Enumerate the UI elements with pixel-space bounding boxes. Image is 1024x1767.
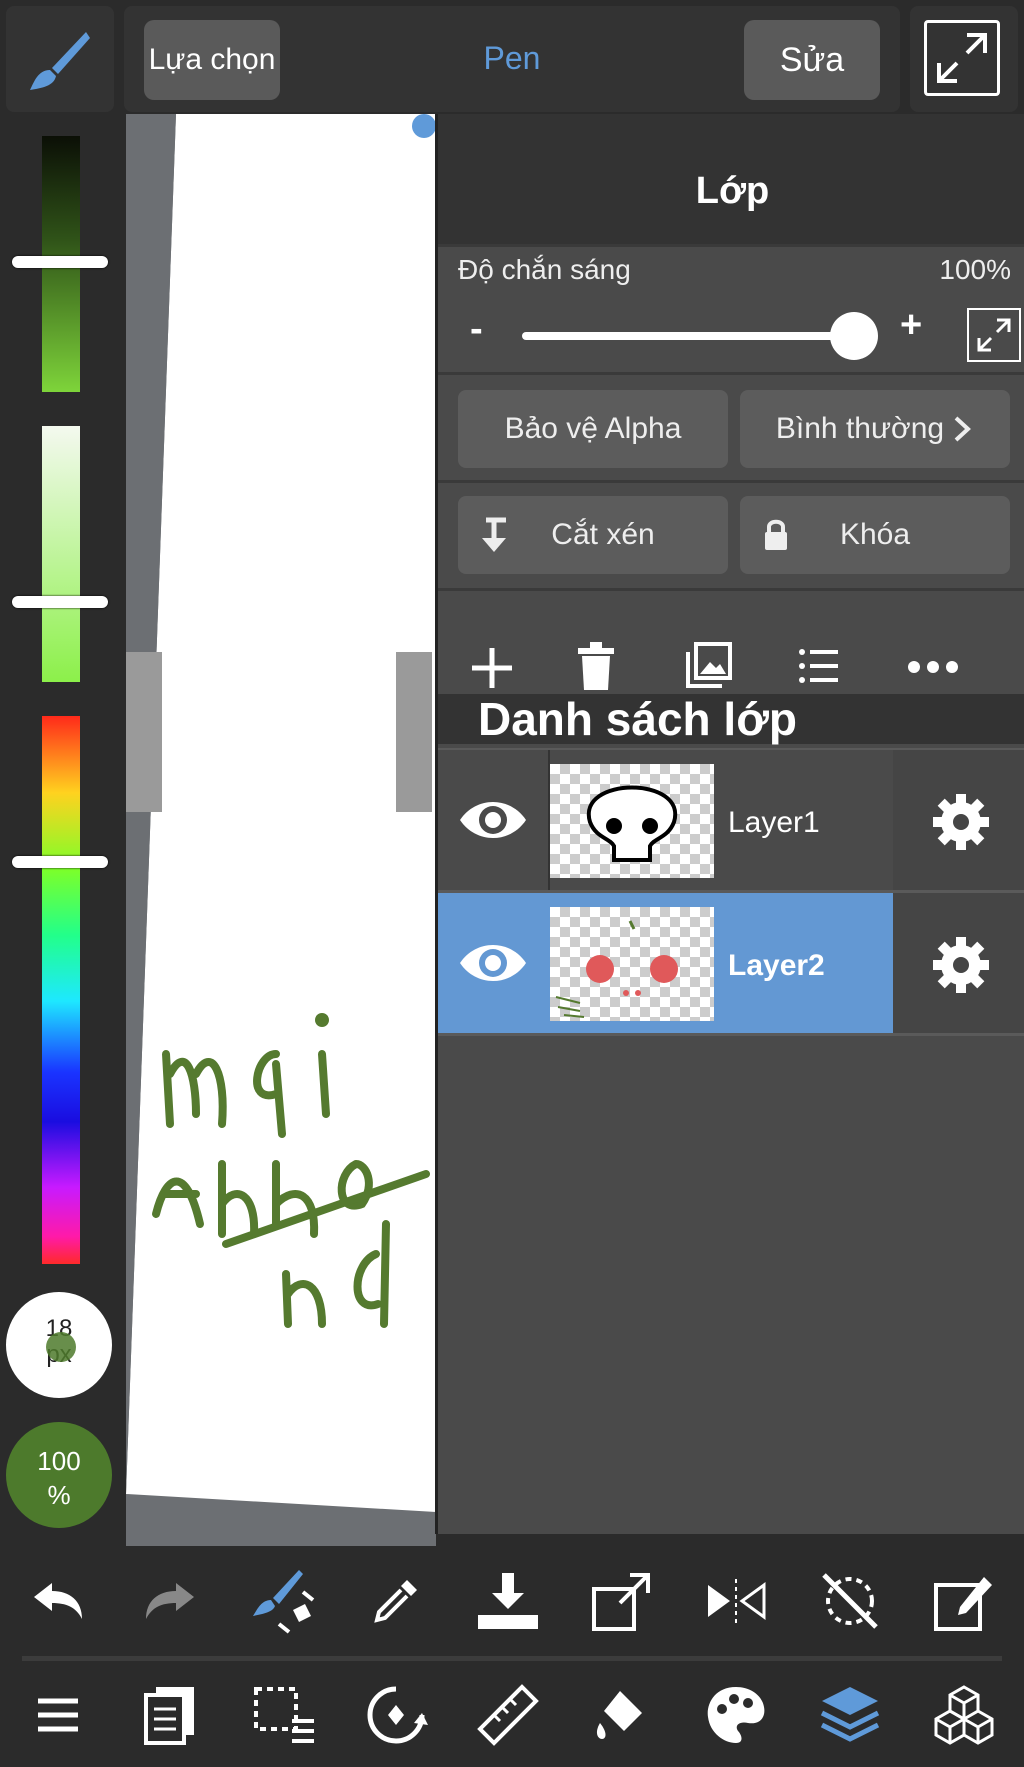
rotate-icon[interactable] (346, 1670, 446, 1760)
blend-mode-label: Bình thường (775, 412, 945, 445)
right-resize-handle[interactable] (396, 652, 432, 812)
clipping-arrow-icon (482, 517, 506, 552)
saturation-slider[interactable] (42, 426, 80, 682)
gear-icon (933, 937, 989, 993)
divider (438, 480, 1024, 483)
expand-icon (924, 20, 1000, 96)
layer-row[interactable]: Layer1 (438, 750, 1024, 890)
hue-slider[interactable] (42, 716, 80, 1264)
layer-name: Layer1 (728, 806, 820, 839)
undo-icon[interactable] (8, 1556, 108, 1646)
menu-icon[interactable] (8, 1670, 108, 1760)
gear-icon (933, 794, 989, 850)
clipping-button[interactable]: Cắt xén (458, 496, 728, 574)
layer-list-title: Danh sách lớp (478, 693, 797, 745)
chevron-right-icon (954, 416, 972, 442)
bottom-toolbar (0, 1546, 1024, 1767)
layer-thumbnail (550, 907, 714, 1021)
flip-icon[interactable] (686, 1556, 786, 1646)
canvas-control-dot[interactable] (412, 114, 436, 138)
selection-icon[interactable] (234, 1670, 334, 1760)
delete-layer-icon[interactable] (576, 640, 616, 692)
import-image-icon[interactable] (686, 642, 732, 688)
layer-panel-title: Lớp (695, 170, 770, 212)
pages-icon[interactable] (120, 1670, 220, 1760)
layer-row[interactable]: Layer2 (438, 893, 1024, 1033)
saturation-handle[interactable] (12, 596, 108, 608)
layer-settings-button[interactable] (893, 893, 1024, 1033)
fill-icon[interactable] (572, 1670, 672, 1760)
opacity-increase-button[interactable]: + (900, 304, 922, 347)
opacity-label: Độ chắn sáng (458, 254, 631, 285)
visibility-toggle[interactable] (438, 750, 548, 890)
cheeks-drawing (555, 920, 678, 1018)
layers-icon[interactable] (800, 1670, 900, 1760)
blend-mode-button[interactable]: Bình thường (740, 390, 1010, 468)
divider (438, 588, 1024, 591)
eyedropper-icon[interactable] (346, 1556, 446, 1646)
canvas-paper (126, 114, 436, 1546)
brush-icon (30, 32, 90, 90)
redo-icon[interactable] (120, 1556, 220, 1646)
brush-swap-icon[interactable] (234, 1556, 334, 1646)
fullscreen-button[interactable] (910, 6, 1018, 112)
add-layer-icon[interactable] (468, 644, 516, 692)
lock-button[interactable]: Khóa (740, 496, 1010, 574)
layer-thumbnail (550, 764, 714, 878)
brush-preview-dot (46, 1332, 76, 1362)
divider (22, 1656, 1002, 1661)
lock-label: Khóa (839, 518, 911, 551)
ruler-icon[interactable] (458, 1670, 558, 1760)
clipping-label: Cắt xén (551, 518, 655, 551)
more-options-icon[interactable] (908, 660, 958, 674)
visibility-toggle[interactable] (438, 893, 548, 1033)
edit-icon[interactable] (914, 1556, 1014, 1646)
transform-icon[interactable] (572, 1556, 672, 1646)
palette-icon[interactable] (686, 1670, 786, 1760)
divider (438, 372, 1024, 375)
top-toolbar: Lựa chọn Pen Sửa (124, 6, 900, 112)
brightness-handle[interactable] (12, 256, 108, 268)
eye-icon (460, 802, 526, 838)
edit-button[interactable]: Sửa (744, 20, 880, 100)
brush-opacity-unit: % (47, 1480, 71, 1510)
brush-opacity-button[interactable]: 100 % (6, 1422, 112, 1528)
eye-icon (460, 945, 526, 981)
layer-settings-button[interactable] (893, 750, 1024, 890)
material-icon[interactable] (914, 1670, 1014, 1760)
opacity-slider[interactable] (522, 332, 852, 340)
rotate-reset-icon[interactable] (800, 1556, 900, 1646)
expand-icon[interactable] (967, 308, 1021, 362)
divider (438, 244, 1024, 247)
hue-handle[interactable] (12, 856, 108, 868)
layer-name: Layer2 (728, 949, 825, 982)
lock-icon (765, 519, 787, 550)
color-sidebar: 18 px 100 % (0, 120, 126, 1540)
skull-drawing (586, 785, 678, 862)
canvas-area[interactable] (126, 114, 436, 1546)
alpha-protect-button[interactable]: Bảo vệ Alpha (458, 390, 728, 468)
opacity-slider-knob[interactable] (830, 312, 878, 360)
opacity-decrease-button[interactable]: - (470, 308, 483, 351)
layer-panel: Lớp Độ chắn sáng 100% - + Bảo vệ Alpha B… (435, 114, 1024, 1534)
import-icon[interactable] (458, 1556, 558, 1646)
brush-tool-button[interactable] (6, 6, 114, 112)
opacity-value: 100% (939, 254, 1011, 285)
brush-size-button[interactable]: 18 px (6, 1292, 112, 1398)
divider (438, 1033, 1024, 1036)
brush-opacity-value: 100 (37, 1446, 81, 1476)
left-resize-handle[interactable] (126, 652, 162, 812)
layer-list-icon[interactable] (798, 646, 840, 686)
